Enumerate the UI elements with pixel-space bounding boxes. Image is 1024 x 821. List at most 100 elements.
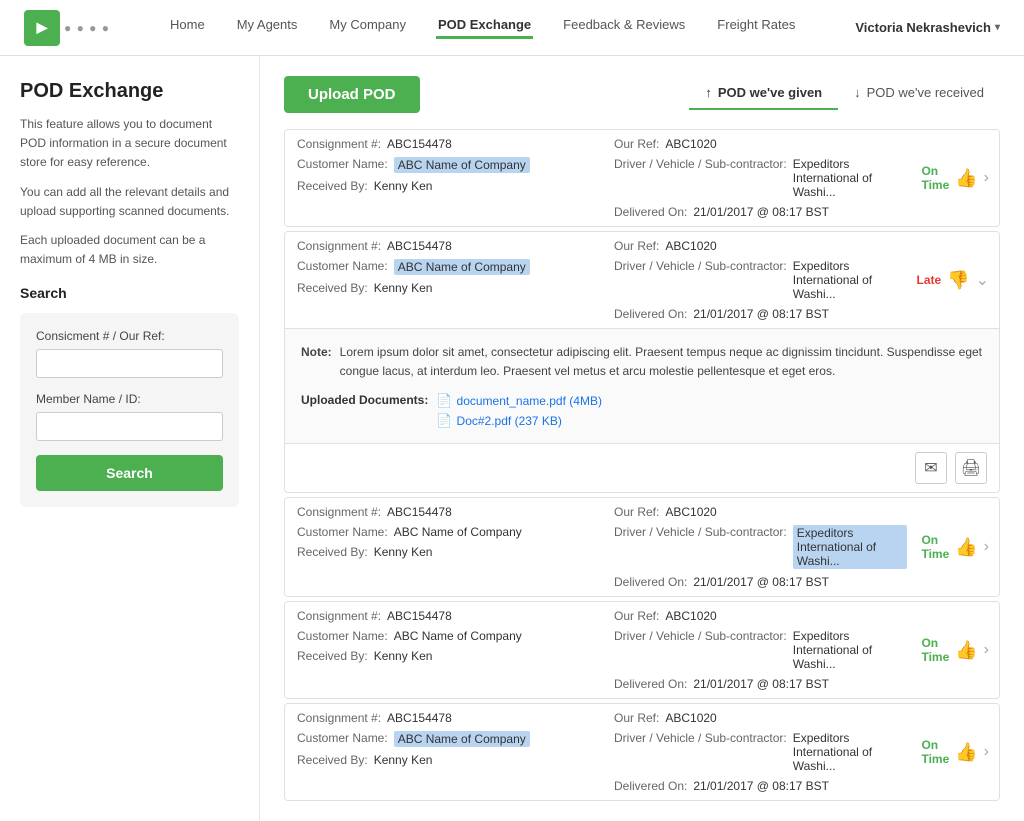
uploaded-docs-label: Uploaded Documents:: [301, 393, 428, 407]
thumbs-down-icon: 👎: [947, 270, 969, 291]
expand-icon[interactable]: ›: [984, 169, 989, 187]
delivered-field-label: Delivered On:: [614, 205, 687, 219]
record-right-cell: Our Ref: ABC1020 Driver / Vehicle / Sub-…: [602, 130, 919, 226]
tab-received-arrow-icon: ↓: [854, 85, 861, 100]
driver-field-value: Expeditors International of Washi...: [793, 629, 907, 671]
customer-field-value: ABC Name of Company: [394, 629, 522, 643]
status-badge: On Time: [921, 738, 949, 766]
record-card: Consignment #: ABC154478 Customer Name: …: [284, 497, 1000, 597]
ourref-field-label: Our Ref:: [614, 239, 659, 253]
chevron-down-icon: ▾: [995, 22, 1000, 33]
record-row: Consignment #: ABC154478 Customer Name: …: [285, 130, 999, 226]
delivered-field-value: 21/01/2017 @ 08:17 BST: [693, 779, 829, 793]
ourref-field-value: ABC1020: [665, 505, 716, 519]
top-bar: Upload POD ↑ POD we've given ↓ POD we've…: [284, 76, 1000, 113]
print-icon: 🖨: [961, 458, 981, 478]
consignment-field-value: ABC154478: [387, 239, 452, 253]
delivered-field-label: Delivered On:: [614, 307, 687, 321]
note-row: Note: Lorem ipsum dolor sit amet, consec…: [301, 343, 983, 381]
consignment-field-label: Consignment #:: [297, 609, 381, 623]
doc-name-1: document_name.pdf (4MB): [457, 394, 602, 408]
expanded-section: Note: Lorem ipsum dolor sit amet, consec…: [285, 328, 999, 443]
expand-icon[interactable]: ⌄: [976, 270, 989, 290]
driver-field-label: Driver / Vehicle / Sub-contractor:: [614, 259, 787, 301]
tab-pod-received[interactable]: ↓ POD we've received: [838, 79, 1000, 110]
thumbs-up-icon: 👍: [955, 742, 977, 763]
nav-pod-exchange[interactable]: POD Exchange: [436, 17, 533, 39]
status-badge: On Time: [921, 533, 949, 561]
ourref-field-value: ABC1020: [665, 239, 716, 253]
record-card: Consignment #: ABC154478 Customer Name: …: [284, 231, 1000, 493]
received-field-value: Kenny Ken: [374, 753, 433, 767]
print-button[interactable]: 🖨: [955, 452, 987, 484]
document-link-1[interactable]: 📄 document_name.pdf (4MB): [436, 393, 602, 409]
record-left-cell: Consignment #: ABC154478 Customer Name: …: [285, 498, 602, 596]
tab-given-arrow-icon: ↑: [705, 85, 712, 100]
received-field-value: Kenny Ken: [374, 649, 433, 663]
member-input[interactable]: [36, 412, 223, 441]
doc-icon: 📄: [436, 393, 452, 409]
driver-field-value: Expeditors International of Washi...: [793, 157, 907, 199]
member-label: Member Name / ID:: [36, 392, 223, 406]
search-section-label: Search: [20, 285, 239, 301]
nav-my-agents[interactable]: My Agents: [235, 17, 300, 39]
customer-field-value: ABC Name of Company: [394, 259, 530, 275]
expand-icon[interactable]: ›: [984, 641, 989, 659]
consignment-field-label: Consignment #:: [297, 137, 381, 151]
ourref-field-value: ABC1020: [665, 609, 716, 623]
nav-feedback[interactable]: Feedback & Reviews: [561, 17, 687, 39]
uploaded-docs-row: Uploaded Documents: 📄 document_name.pdf …: [301, 393, 983, 429]
logo-text: ● ● ● ●: [64, 21, 110, 35]
customer-field-value: ABC Name of Company: [394, 525, 522, 539]
delivered-field-value: 21/01/2017 @ 08:17 BST: [693, 677, 829, 691]
tab-bar: ↑ POD we've given ↓ POD we've received: [689, 79, 1000, 110]
ourref-field-value: ABC1020: [665, 711, 716, 725]
sidebar-desc-2: You can add all the relevant details and…: [20, 183, 239, 221]
search-button[interactable]: Search: [36, 455, 223, 491]
nav-my-company[interactable]: My Company: [327, 17, 408, 39]
expand-icon[interactable]: ›: [984, 743, 989, 761]
received-field-label: Received By:: [297, 281, 368, 295]
page-layout: POD Exchange This feature allows you to …: [0, 56, 1024, 821]
delivered-field-value: 21/01/2017 @ 08:17 BST: [693, 205, 829, 219]
document-link-2[interactable]: 📄 Doc#2.pdf (237 KB): [436, 413, 602, 429]
nav-home[interactable]: Home: [168, 17, 207, 39]
status-badge: On Time: [921, 164, 949, 192]
sidebar-title: POD Exchange: [20, 80, 239, 103]
received-field-label: Received By:: [297, 545, 368, 559]
consignment-input[interactable]: [36, 349, 223, 378]
note-label: Note:: [301, 343, 332, 381]
tab-given-label: POD we've given: [718, 85, 822, 100]
customer-field-label: Customer Name:: [297, 731, 388, 747]
customer-field-label: Customer Name:: [297, 157, 388, 173]
delivered-field-label: Delivered On:: [614, 779, 687, 793]
driver-field-label: Driver / Vehicle / Sub-contractor:: [614, 157, 787, 199]
thumbs-up-icon: 👍: [955, 168, 977, 189]
consignment-field-value: ABC154478: [387, 137, 452, 151]
tab-pod-given[interactable]: ↑ POD we've given: [689, 79, 838, 110]
record-right-cell: Our Ref: ABC1020 Driver / Vehicle / Sub-…: [602, 498, 919, 596]
record-card: Consignment #: ABC154478 Customer Name: …: [284, 129, 1000, 227]
thumbs-up-icon: 👍: [955, 537, 977, 558]
expand-icon[interactable]: ›: [984, 538, 989, 556]
upload-pod-button[interactable]: Upload POD: [284, 76, 420, 113]
record-card: Consignment #: ABC154478 Customer Name: …: [284, 703, 1000, 801]
customer-field-value: ABC Name of Company: [394, 157, 530, 173]
consignment-field-label: Consignment #:: [297, 505, 381, 519]
record-row: Consignment #: ABC154478 Customer Name: …: [285, 704, 999, 800]
user-menu[interactable]: Victoria Nekrashevich ▾: [855, 20, 1000, 35]
customer-field-label: Customer Name:: [297, 525, 388, 539]
record-left-cell: Consignment #: ABC154478 Customer Name: …: [285, 232, 602, 328]
nav-freight-rates[interactable]: Freight Rates: [715, 17, 797, 39]
received-field-value: Kenny Ken: [374, 179, 433, 193]
thumbs-up-icon: 👍: [955, 640, 977, 661]
customer-field-label: Customer Name:: [297, 259, 388, 275]
doc-name-2: Doc#2.pdf (237 KB): [457, 414, 562, 428]
record-row: Consignment #: ABC154478 Customer Name: …: [285, 232, 999, 328]
tab-received-label: POD we've received: [867, 85, 984, 100]
received-field-label: Received By:: [297, 753, 368, 767]
consignment-label: Consicment # / Our Ref:: [36, 329, 223, 343]
email-button[interactable]: ✉: [915, 452, 947, 484]
records-list: Consignment #: ABC154478 Customer Name: …: [284, 129, 1000, 801]
user-name: Victoria Nekrashevich: [855, 20, 991, 35]
